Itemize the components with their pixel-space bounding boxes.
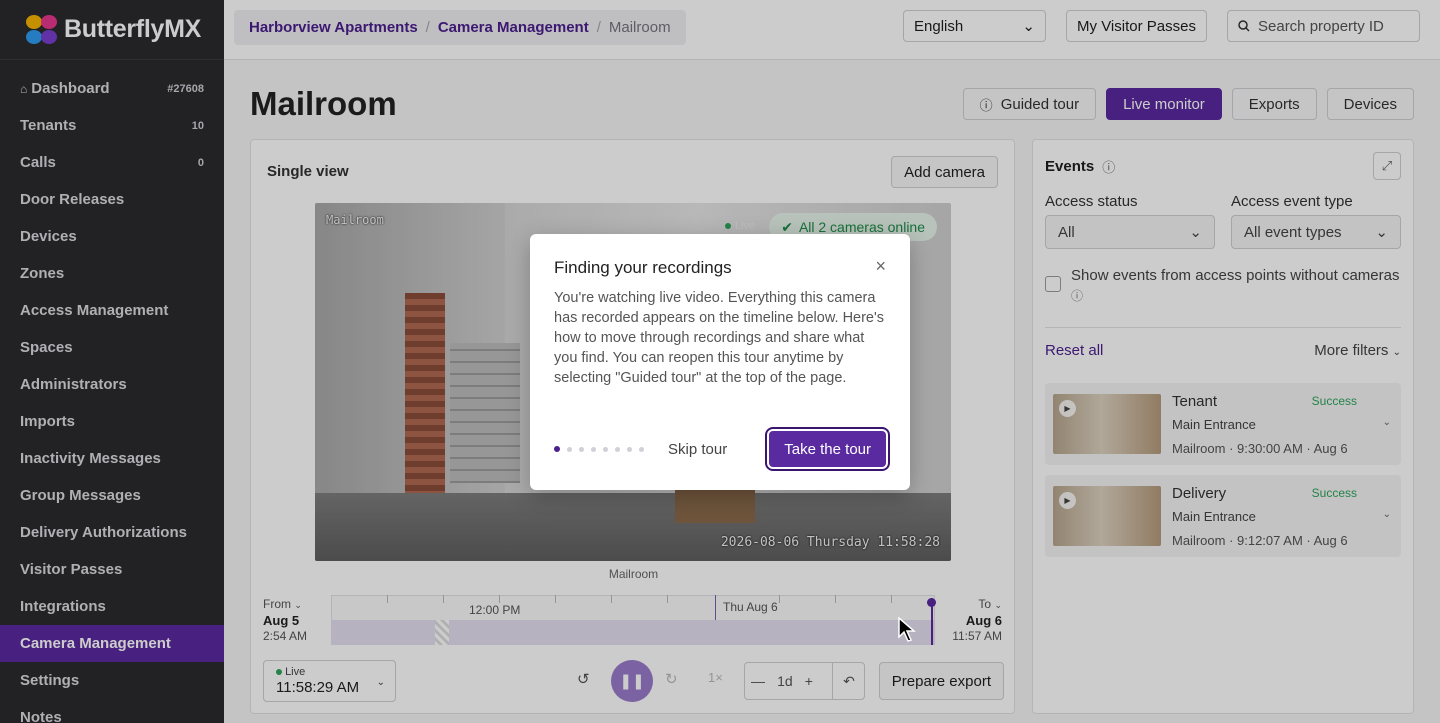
step-dot [591,446,596,452]
step-dot [627,446,632,452]
step-dot [603,446,608,452]
close-icon[interactable]: × [875,256,886,277]
step-dot [615,446,620,452]
skip-tour-button[interactable]: Skip tour [668,441,727,458]
take-the-tour-button[interactable]: Take the tour [769,431,886,467]
dialog-body: You're watching live video. Everything t… [554,290,885,386]
step-dot [579,446,584,452]
step-dot-active [554,446,560,452]
step-dot [639,446,644,452]
guided-tour-dialog: Finding your recordings × You're watchin… [530,234,910,490]
dialog-title: Finding your recordings [554,258,732,277]
tour-step-indicator [554,446,644,452]
dialog-footer: Skip tour Take the tour [554,431,886,467]
step-dot [567,446,572,452]
mouse-cursor-icon [898,617,916,642]
